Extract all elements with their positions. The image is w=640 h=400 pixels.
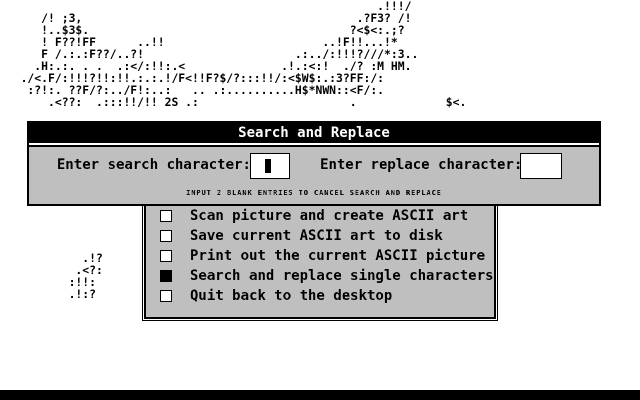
menu-item-quit[interactable]: Quit back to the desktop [160, 287, 392, 305]
checkbox-search-replace[interactable] [160, 270, 172, 282]
search-character-label: Enter search character: [57, 157, 251, 173]
dialog-titlebar[interactable]: Search and Replace [29, 123, 599, 145]
text-cursor [265, 159, 271, 173]
checkbox-scan[interactable] [160, 210, 172, 222]
menu-item-label: Scan picture and create ASCII art [190, 208, 469, 224]
menu-item-label: Search and replace single characters [190, 268, 494, 284]
main-menu: Scan picture and create ASCII art Save c… [144, 200, 496, 319]
menu-item-label: Save current ASCII art to disk [190, 228, 443, 244]
menu-item-label: Quit back to the desktop [190, 288, 393, 304]
cancel-hint: INPUT 2 BLANK ENTRIES TO CANCEL SEARCH A… [186, 189, 442, 197]
dialog-title: Search and Replace [238, 125, 390, 141]
bottom-bar [0, 390, 640, 400]
menu-item-save[interactable]: Save current ASCII art to disk [160, 227, 443, 245]
menu-item-label: Print out the current ASCII picture [190, 248, 486, 264]
menu-item-scan[interactable]: Scan picture and create ASCII art [160, 207, 468, 225]
checkbox-print[interactable] [160, 250, 172, 262]
search-character-input[interactable] [250, 153, 290, 179]
checkbox-save[interactable] [160, 230, 172, 242]
menu-item-print[interactable]: Print out the current ASCII picture [160, 247, 485, 265]
replace-character-label: Enter replace character: [320, 157, 523, 173]
search-replace-dialog: Search and Replace Enter search characte… [27, 121, 601, 206]
menu-item-search-replace[interactable]: Search and replace single characters [160, 267, 493, 285]
checkbox-quit[interactable] [160, 290, 172, 302]
replace-character-input[interactable] [520, 153, 562, 179]
